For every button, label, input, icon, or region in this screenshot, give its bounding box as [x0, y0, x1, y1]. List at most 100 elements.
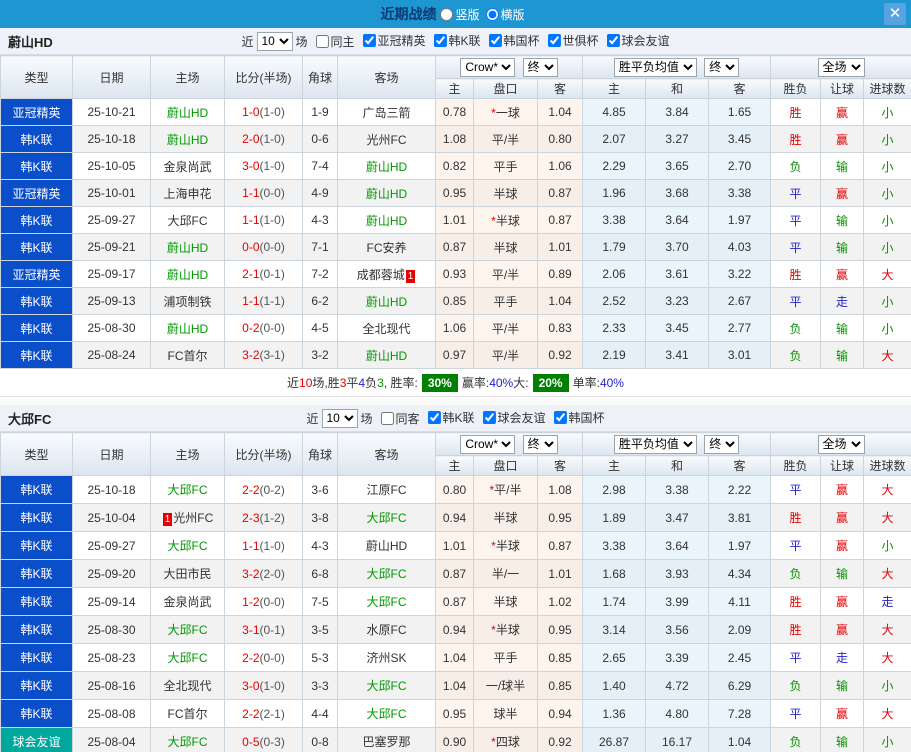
- result-goals: 小: [863, 125, 911, 153]
- competition-checkbox[interactable]: [488, 34, 502, 47]
- match-date: 25-09-27: [72, 531, 151, 560]
- layout-horizontal-option[interactable]: 横版: [485, 6, 525, 23]
- competition-type: 韩K联: [0, 125, 73, 153]
- team-name: 大田市民: [163, 567, 212, 581]
- odds-company-select[interactable]: Crow*: [460, 57, 516, 77]
- fulltime-score: 1-2: [242, 594, 260, 609]
- competition-checkbox[interactable]: [482, 411, 496, 424]
- handicap: 平手: [473, 643, 538, 672]
- team-name: 蔚山HD: [166, 321, 209, 336]
- match-date: 25-08-30: [72, 615, 151, 644]
- close-button[interactable]: ✕: [884, 3, 906, 25]
- result-outcome: 平: [770, 699, 822, 728]
- match-score: 2-2(0-0): [224, 643, 303, 672]
- result-goals: 小: [863, 671, 911, 700]
- layout-horizontal-radio[interactable]: [485, 7, 499, 21]
- panel-title: 近期战绩: [380, 6, 437, 22]
- same-venue-filter[interactable]: 同客: [372, 410, 420, 427]
- scope-select[interactable]: 全场: [817, 434, 865, 454]
- same-venue-checkbox[interactable]: [380, 411, 394, 425]
- competition-checkbox[interactable]: [606, 34, 620, 47]
- fulltime-score: 3-2: [242, 348, 260, 362]
- summary-part: 负: [365, 376, 378, 390]
- halftime-score: (1-0): [259, 213, 285, 227]
- competition-checkbox[interactable]: [362, 34, 376, 47]
- match-row: 韩K联 25-10-05 金泉尚武 3-0(1-0) 7-4 蔚山HD 0.82 平手 1.06…: [0, 152, 911, 180]
- matches-body: 韩K联 25-10-18 大邱FC 2-2(0-2) 3-6 江原FC 0.80 *平/半 1.…: [0, 475, 911, 752]
- col-odds-home: 主: [435, 455, 474, 476]
- team-name: 蔚山HD: [166, 105, 209, 120]
- result-handicap: 输: [820, 559, 865, 588]
- competition-checkbox[interactable]: [427, 411, 441, 424]
- avg-final-select[interactable]: 终: [704, 57, 740, 77]
- red-card-badge: 1: [405, 269, 416, 283]
- competition-checkbox[interactable]: [553, 411, 567, 424]
- fulltime-score: 3-0: [242, 678, 260, 693]
- competition-checkbox[interactable]: [433, 34, 447, 47]
- competition-filter[interactable]: 韩国杯: [546, 409, 605, 426]
- avg-final-select[interactable]: 终: [704, 434, 740, 454]
- home-team: 全北现代: [150, 671, 225, 700]
- competition-filter[interactable]: 世俱杯: [540, 32, 599, 49]
- away-team: 水原FC: [337, 615, 436, 644]
- team-name: 金泉尚武: [163, 159, 212, 174]
- match-score: 3-1(0-1): [224, 615, 303, 644]
- competition-filter[interactable]: 韩国杯: [481, 32, 540, 49]
- competition-filter[interactable]: 韩K联: [420, 409, 475, 426]
- fulltime-score: 1-1: [242, 538, 260, 553]
- recent-count-select[interactable]: 10: [256, 31, 293, 51]
- odds-home: 0.95: [435, 699, 474, 728]
- recent-count-select[interactable]: 10: [321, 408, 358, 428]
- competition-filter[interactable]: 亚冠精英: [354, 32, 426, 49]
- avg-selects-cell: 胜平负均值 终: [582, 55, 772, 79]
- avg-type-select[interactable]: 胜平负均值: [613, 57, 697, 77]
- odds-company-select[interactable]: Crow*: [460, 434, 516, 454]
- odds-home: 1.04: [435, 671, 474, 700]
- handicap: *四球: [473, 727, 538, 752]
- avg-draw: 3.39: [645, 643, 710, 672]
- competition-filter[interactable]: 球会友谊: [475, 409, 546, 426]
- result-outcome: 负: [770, 341, 822, 369]
- corners: 3-2: [302, 341, 338, 369]
- team-name: 巴塞罗那: [362, 735, 411, 749]
- odds-home: 0.87: [435, 559, 474, 588]
- handicap: 平/半: [473, 260, 538, 288]
- match-score: 0-2(0-0): [224, 314, 303, 342]
- summary-part: 3: [339, 375, 347, 390]
- summary-part: 10: [299, 375, 313, 390]
- competition-filter[interactable]: 球会友谊: [599, 32, 670, 49]
- odds-final-select[interactable]: 终: [522, 434, 558, 454]
- layout-vertical-option[interactable]: 竖版: [440, 6, 480, 23]
- home-team: 蔚山HD: [150, 260, 225, 288]
- scope-select[interactable]: 全场: [817, 57, 865, 77]
- col-corner: 角球: [302, 55, 338, 99]
- match-score: 3-2(2-0): [224, 559, 303, 588]
- avg-home: 4.85: [582, 98, 647, 126]
- layout-vertical-radio[interactable]: [440, 7, 454, 21]
- match-score: 2-2(2-1): [224, 699, 303, 728]
- competition-filter[interactable]: 韩K联: [426, 32, 481, 49]
- odds-final-select[interactable]: 终: [522, 57, 558, 77]
- competition-type: 韩K联: [0, 699, 73, 728]
- avg-home: 1.68: [582, 559, 647, 588]
- away-team: 大邱FC: [337, 587, 436, 616]
- same-venue-filter[interactable]: 同主: [307, 33, 354, 50]
- competition-checkbox[interactable]: [547, 34, 561, 47]
- same-venue-checkbox[interactable]: [315, 34, 329, 48]
- away-team: 蔚山HD: [337, 152, 436, 180]
- avg-type-select[interactable]: 胜平负均值: [613, 434, 697, 454]
- competition-label: 韩国杯: [503, 34, 540, 48]
- result-outcome: 平: [770, 287, 822, 315]
- halftime-score: (1-0): [259, 105, 285, 119]
- odds-away: 1.04: [536, 98, 584, 126]
- match-score: 1-1(0-0): [224, 179, 303, 207]
- away-team: 大邱FC: [337, 671, 436, 700]
- col-goals: 进球数: [863, 455, 911, 476]
- odds-away: 0.95: [536, 503, 584, 532]
- fulltime-score: 0-0: [242, 240, 260, 254]
- team-name: 全北现代: [163, 679, 212, 693]
- corners: 7-5: [302, 587, 338, 616]
- avg-away: 2.70: [708, 152, 772, 180]
- result-goals: 小: [863, 98, 911, 126]
- home-team: 金泉尚武: [150, 152, 225, 180]
